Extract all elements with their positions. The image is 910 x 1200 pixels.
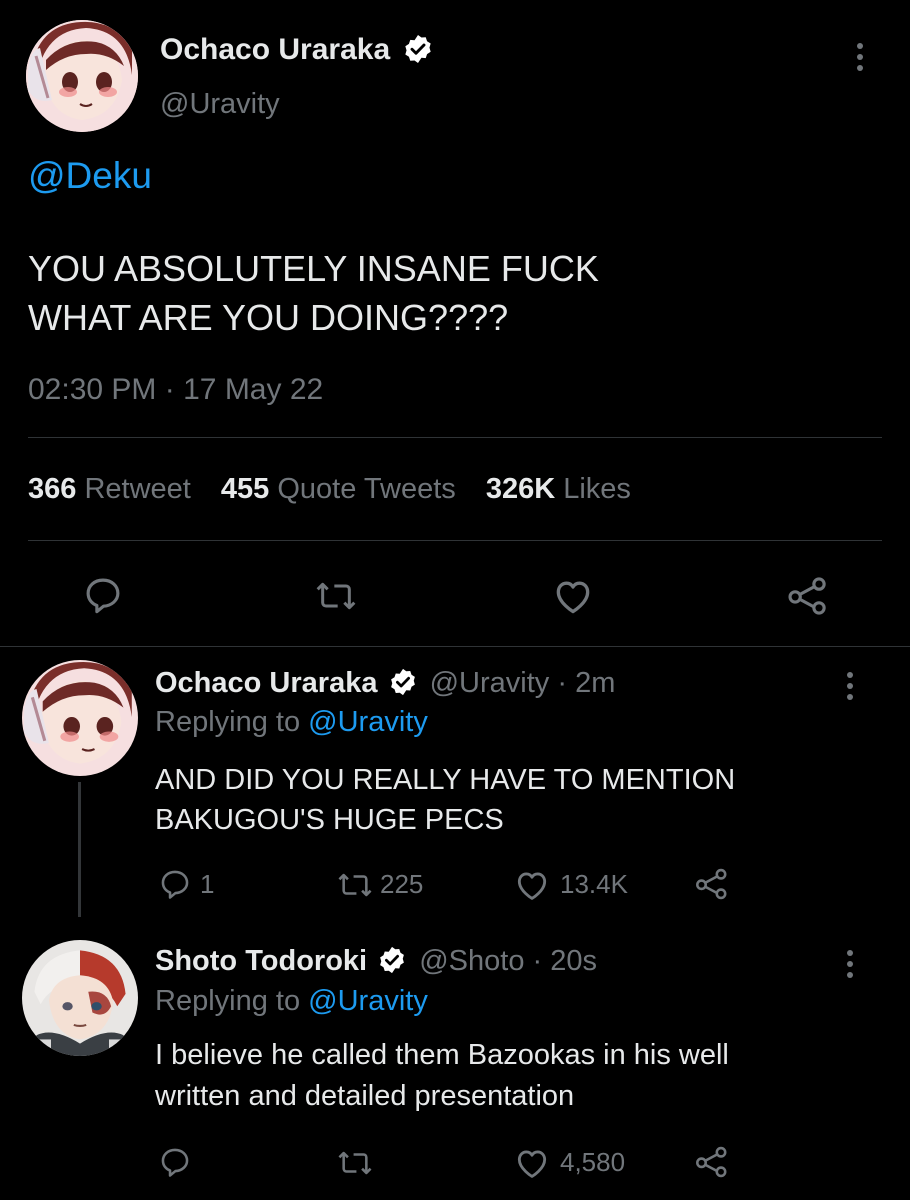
- like-count: 4,580: [560, 1147, 626, 1177]
- reply-header: Shoto Todoroki @Shoto · 20s: [155, 945, 597, 978]
- reply-count: 1: [200, 869, 215, 899]
- reply-age[interactable]: 2m: [575, 667, 615, 699]
- like-icon[interactable]: [551, 574, 595, 618]
- tweet-body-line: YOU ABSOLUTELY INSANE FUCK: [28, 248, 599, 289]
- likes-count: 326K: [485, 473, 556, 505]
- quotes-label: Quote Tweets: [277, 473, 456, 505]
- reply-author-name[interactable]: Shoto Todoroki: [155, 945, 367, 977]
- retweet-icon[interactable]: [336, 1146, 374, 1180]
- reply-author-handle[interactable]: @Uravity: [430, 667, 550, 699]
- replying-to: Replying to @Uravity: [155, 985, 428, 1018]
- tweet-timestamp[interactable]: 02:30 PM · 17 May 22: [28, 373, 323, 407]
- author-handle[interactable]: @Uravity: [160, 88, 280, 121]
- reply-body: AND DID YOU REALLY HAVE TO MENTION BAKUG…: [155, 760, 735, 840]
- verified-badge-icon: [405, 35, 432, 64]
- timestamp-separator: ·: [164, 373, 175, 406]
- reply-author-handle[interactable]: @Shoto: [419, 945, 524, 977]
- more-options-icon[interactable]: [838, 672, 862, 700]
- mention-link[interactable]: @Deku: [28, 155, 152, 197]
- reply-separator: ·: [532, 945, 543, 977]
- share-icon[interactable]: [694, 866, 730, 902]
- reply-separator: ·: [557, 667, 567, 699]
- more-options-icon[interactable]: [838, 950, 862, 978]
- tweet-body: YOU ABSOLUTELY INSANE FUCK WHAT ARE YOU …: [28, 244, 599, 342]
- replying-to-link[interactable]: @Uravity: [308, 985, 428, 1017]
- divider: [28, 540, 882, 541]
- likes-label: Likes: [563, 473, 631, 505]
- divider: [0, 646, 910, 647]
- like-count: 13.4K: [560, 869, 628, 899]
- reply-body: I believe he called them Bazookas in his…: [155, 1035, 729, 1117]
- tweet-time: 02:30 PM: [28, 373, 157, 406]
- reply-body-line: I believe he called them Bazookas in his…: [155, 1039, 729, 1071]
- reply-icon[interactable]: [158, 1145, 192, 1179]
- retweet-count: 225: [380, 869, 424, 899]
- divider: [28, 437, 882, 438]
- quotes-stat[interactable]: 455 Quote Tweets: [221, 473, 464, 505]
- retweet-icon[interactable]: [314, 576, 358, 616]
- reply-body-line: written and detailed presentation: [155, 1080, 575, 1112]
- avatar-ochaco[interactable]: [26, 20, 138, 132]
- share-icon[interactable]: [786, 574, 830, 618]
- thread-line: [78, 782, 81, 917]
- verified-badge-icon: [390, 669, 415, 696]
- retweets-label: Retweet: [84, 473, 191, 505]
- reply-icon[interactable]: [82, 574, 124, 616]
- like-icon[interactable]: [513, 1144, 551, 1182]
- reply-icon[interactable]: [158, 867, 192, 901]
- tweet-body-line: WHAT ARE YOU DOING????: [28, 297, 509, 338]
- retweets-count: 366: [28, 473, 77, 505]
- reply-body-line: BAKUGOU'S HUGE PECS: [155, 804, 504, 836]
- replying-to-link[interactable]: @Uravity: [308, 706, 428, 738]
- author-name[interactable]: Ochaco Uraraka: [160, 33, 434, 67]
- retweets-stat[interactable]: 366 Retweet: [28, 473, 199, 505]
- reply-age[interactable]: 20s: [550, 945, 597, 977]
- avatar-shoto[interactable]: [22, 940, 138, 1056]
- likes-stat[interactable]: 326K Likes: [486, 473, 631, 505]
- reply-header: Ochaco Uraraka @Uravity · 2m: [155, 667, 615, 700]
- reply-author-name[interactable]: Ochaco Uraraka: [155, 667, 377, 699]
- tweet-stats: 366 Retweet 455 Quote Tweets 326K Likes: [28, 473, 631, 506]
- reply-body-line: AND DID YOU REALLY HAVE TO MENTION: [155, 764, 736, 796]
- replying-to-label: Replying to: [155, 985, 301, 1017]
- verified-badge-icon: [380, 947, 405, 974]
- replying-to: Replying to @Uravity: [155, 706, 428, 739]
- avatar-ochaco[interactable]: [22, 660, 138, 776]
- author-name-text[interactable]: Ochaco Uraraka: [160, 33, 390, 66]
- retweet-icon[interactable]: [336, 868, 374, 902]
- quotes-count: 455: [220, 473, 270, 505]
- share-icon[interactable]: [694, 1144, 730, 1180]
- replying-to-label: Replying to: [155, 706, 301, 738]
- like-icon[interactable]: [513, 866, 551, 904]
- more-options-icon[interactable]: [848, 43, 872, 71]
- tweet-date: 17 May 22: [183, 373, 324, 406]
